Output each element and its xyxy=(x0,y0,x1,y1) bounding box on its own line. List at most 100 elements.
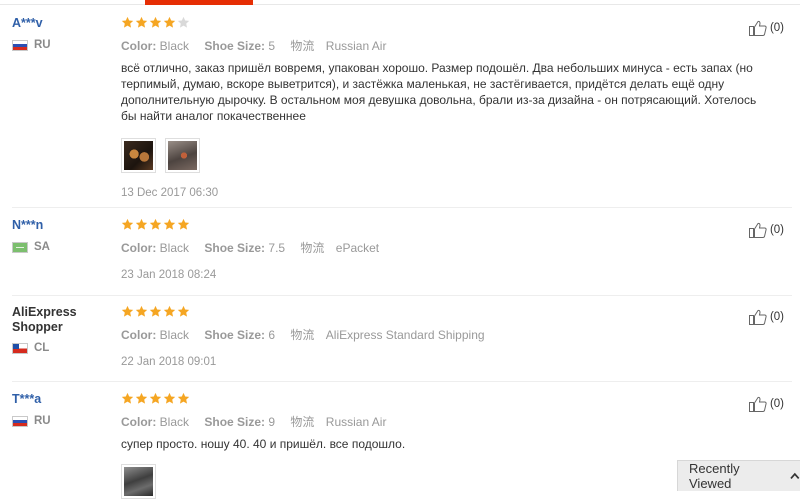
reviewer-name[interactable]: A***v xyxy=(12,16,112,30)
review-attributes: Color: Black Shoe Size: 9 物流 Russian Air xyxy=(121,414,741,430)
helpful-vote[interactable]: (0) xyxy=(748,309,784,325)
review-attributes: Color: Black Shoe Size: 7.5 物流 ePacket xyxy=(121,240,741,256)
shoe-size-label: Shoe Size: xyxy=(204,415,266,429)
review-text: супер просто. ношу 40. 40 и пришёл. все … xyxy=(121,437,406,451)
reviewer-country: CL xyxy=(12,341,112,355)
shipping-value: ePacket xyxy=(335,241,380,255)
star-filled-icon xyxy=(163,305,176,317)
star-filled-icon xyxy=(121,218,134,230)
color-value: Black xyxy=(159,328,190,342)
star-rating xyxy=(121,305,741,321)
helpful-vote[interactable]: (0) xyxy=(748,20,784,36)
star-filled-icon xyxy=(149,392,162,404)
recently-viewed-label: Recently Viewed xyxy=(689,461,740,491)
shipping-label: 物流 xyxy=(290,415,315,429)
color-value: Black xyxy=(159,415,190,429)
shoe-size-value: 7.5 xyxy=(268,241,286,255)
shipping-label: 物流 xyxy=(300,241,325,255)
review-item: A***v RU Color: Black Shoe Size: 5 物流 Ru… xyxy=(0,16,800,208)
review-text: всё отлично, заказ пришёл вовремя, упако… xyxy=(121,61,757,123)
star-rating xyxy=(121,218,741,234)
shoe-size-value: 5 xyxy=(268,39,276,53)
country-code: RU xyxy=(34,39,51,51)
active-tab-indicator xyxy=(145,0,253,5)
shipping-value: Russian Air xyxy=(325,415,387,429)
helpful-vote[interactable]: (0) xyxy=(748,396,784,412)
sa-flag-icon xyxy=(12,241,28,253)
reviewer-name[interactable]: AliExpress Shopper xyxy=(12,305,87,335)
star-filled-icon xyxy=(177,305,190,317)
color-label: Color: xyxy=(121,241,157,255)
star-filled-icon xyxy=(163,16,176,28)
chevron-up-icon xyxy=(790,472,800,479)
thumbs-up-icon[interactable] xyxy=(748,309,767,325)
review-photo-thumbnail[interactable] xyxy=(165,138,200,173)
review-content: Color: Black Shoe Size: 7.5 物流 ePacket 2… xyxy=(121,218,741,281)
star-filled-icon xyxy=(177,218,190,230)
reviewer-name[interactable]: T***a xyxy=(12,392,112,406)
recently-viewed-button[interactable]: Recently Viewed xyxy=(677,460,800,491)
star-rating xyxy=(121,392,741,408)
helpful-count: (0) xyxy=(769,224,784,236)
reviewer-info: A***v RU xyxy=(12,16,112,52)
cl-flag-icon xyxy=(12,342,28,354)
star-filled-icon xyxy=(163,392,176,404)
thumbs-up-icon[interactable] xyxy=(748,222,767,238)
color-label: Color: xyxy=(121,328,157,342)
review-photo-thumbnail[interactable] xyxy=(121,138,156,173)
star-filled-icon xyxy=(135,218,148,230)
review-attributes: Color: Black Shoe Size: 6 物流 AliExpress … xyxy=(121,327,741,343)
review-photo-thumbnail[interactable] xyxy=(121,464,156,499)
review-content: Color: Black Shoe Size: 6 物流 AliExpress … xyxy=(121,305,741,368)
shipping-value: AliExpress Standard Shipping xyxy=(325,328,485,342)
star-filled-icon xyxy=(135,16,148,28)
review-photos xyxy=(121,464,741,499)
review-divider xyxy=(12,207,792,208)
shoe-size-value: 9 xyxy=(268,415,276,429)
helpful-vote[interactable]: (0) xyxy=(748,222,784,238)
star-filled-icon xyxy=(121,305,134,317)
reviewer-info: AliExpress Shopper CL xyxy=(12,305,112,355)
review-divider xyxy=(12,295,792,296)
star-empty-icon xyxy=(177,16,190,28)
helpful-count: (0) xyxy=(769,311,784,323)
star-filled-icon xyxy=(163,218,176,230)
review-date: 13 Dec 2017 06:30 xyxy=(121,187,219,199)
star-filled-icon xyxy=(135,305,148,317)
color-value: Black xyxy=(159,39,190,53)
star-filled-icon xyxy=(149,16,162,28)
color-label: Color: xyxy=(121,39,157,53)
star-rating xyxy=(121,16,741,32)
shipping-label: 物流 xyxy=(290,328,315,342)
reviewer-country: RU xyxy=(12,38,112,52)
star-filled-icon xyxy=(149,305,162,317)
review-photos xyxy=(121,138,741,173)
top-tab-bar xyxy=(0,0,800,6)
reviewer-country: SA xyxy=(12,240,112,254)
ru-flag-icon xyxy=(12,39,28,51)
review-content: Color: Black Shoe Size: 5 物流 Russian Air… xyxy=(121,16,756,199)
review-divider xyxy=(12,381,792,382)
shoe-size-label: Shoe Size: xyxy=(204,241,266,255)
color-value: Black xyxy=(159,241,190,255)
ru-flag-icon xyxy=(12,415,28,427)
reviewer-info: N***n SA xyxy=(12,218,112,254)
color-label: Color: xyxy=(121,415,157,429)
country-code: RU xyxy=(34,415,51,427)
star-filled-icon xyxy=(149,218,162,230)
shoe-size-value: 6 xyxy=(268,328,276,342)
star-filled-icon xyxy=(177,392,190,404)
helpful-count: (0) xyxy=(769,22,784,34)
shipping-value: Russian Air xyxy=(325,39,387,53)
review-date: 23 Jan 2018 08:24 xyxy=(121,269,217,281)
star-filled-icon xyxy=(121,16,134,28)
review-item: N***n SA Color: Black Shoe Size: 7.5 物流 … xyxy=(0,218,800,296)
review-content: Color: Black Shoe Size: 9 物流 Russian Air… xyxy=(121,392,741,499)
thumbs-up-icon[interactable] xyxy=(748,20,767,36)
shoe-size-label: Shoe Size: xyxy=(204,39,266,53)
thumbs-up-icon[interactable] xyxy=(748,396,767,412)
country-code: SA xyxy=(34,241,50,253)
reviewer-name[interactable]: N***n xyxy=(12,218,112,232)
review-attributes: Color: Black Shoe Size: 5 物流 Russian Air xyxy=(121,38,741,54)
helpful-count: (0) xyxy=(769,398,784,410)
